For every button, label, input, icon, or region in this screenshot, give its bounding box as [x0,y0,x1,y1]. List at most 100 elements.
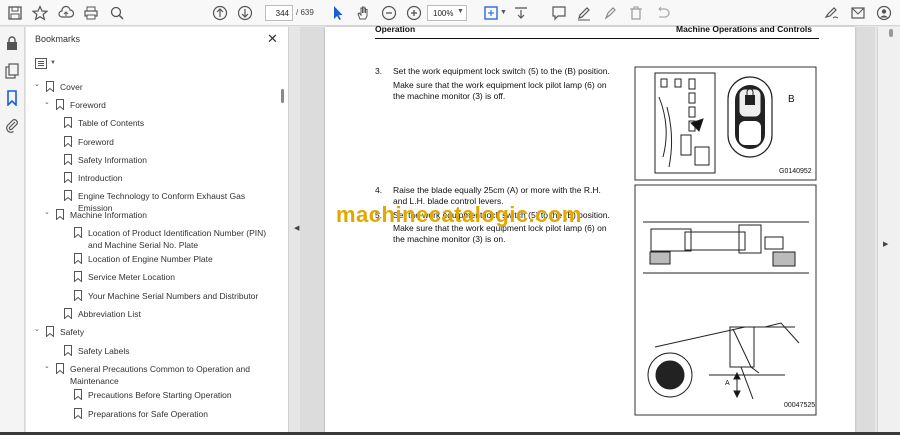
bookmark-item[interactable]: Table of Contents [26,114,278,130]
step-5-note-line2: the machine monitor (3) is on. [393,234,506,244]
chevron-down-icon[interactable]: ⌄ [44,208,54,220]
document-scrollbar[interactable] [877,27,900,435]
step-3-number: 3. [375,66,383,76]
bookmark-item[interactable]: Safety Information [26,151,278,167]
bookmark-item[interactable]: ⌄ General Precautions Common to Operation… [26,360,278,386]
bookmark-item[interactable]: ⌄ Machine Information [26,206,278,222]
scroll-mode-icon[interactable] [512,4,530,22]
section-header-left: Operation [375,24,416,34]
chevron-down-icon[interactable]: ⌄ [44,98,54,110]
section-header-right: Machine Operations and Controls [676,24,813,34]
bookmark-item[interactable]: Preparations for Safe Operation [26,405,278,421]
bookmark-icon [56,99,64,110]
chevron-down-icon[interactable]: ▼ [500,9,507,16]
account-icon[interactable] [875,4,893,22]
document-scroll-thumb[interactable] [889,29,893,37]
hand-tool-icon[interactable] [354,4,372,22]
bookmark-icon [46,81,54,92]
bookmark-icon [64,190,72,201]
bookmark-label: Service Meter Location [88,272,175,282]
bookmark-label: Foreword [78,137,114,147]
bookmark-item[interactable]: ⌄ Safety [26,323,278,339]
bookmark-icon [56,209,64,220]
zoom-out-icon[interactable] [380,4,398,22]
highlight-icon[interactable] [601,4,619,22]
bookmark-item[interactable]: Precautions Before Starting Operation [26,386,278,402]
bookmark-item[interactable]: ⌄ Cover [26,78,278,94]
collapse-panel-icon[interactable]: ◀ [294,224,299,232]
bookmark-label: Foreword [70,100,106,110]
bookmark-item[interactable]: Engine Technology to Conform Exhaust Gas… [26,187,278,213]
watermark: machinecatalogic.com [336,202,582,227]
bookmark-item[interactable]: ⌄ Foreword [26,96,278,112]
bookmark-icon [64,172,72,183]
bookmark-item[interactable]: Foreword [26,133,278,149]
bookmark-item[interactable]: Service Meter Location [26,268,278,284]
bookmark-icon [74,227,82,238]
bookmark-icon [74,408,82,419]
header-rule [375,38,819,39]
step-4-number: 4. [375,185,383,195]
bookmark-icon [74,389,82,400]
bookmark-item[interactable]: Safety Labels [26,342,278,358]
zoom-search-icon[interactable] [108,4,126,22]
lock-icon[interactable] [4,35,20,51]
bookmark-label: Location of Product Identification Numbe… [88,228,267,250]
step-3-note-line2: the machine monitor (3) is off. [393,91,506,101]
step-3-text: Set the work equipment lock switch (5) t… [393,66,610,76]
figure-1-code: G0140952 [779,168,812,175]
bookmark-label: Preparations for Safe Operation [88,409,209,419]
page-number-input[interactable]: 344 [265,5,293,21]
chevron-down-icon[interactable]: ⌄ [44,362,54,374]
close-icon[interactable]: ✕ [267,31,278,47]
bookmark-panel-icon[interactable] [4,90,20,106]
bookmark-item[interactable]: Location of Product Identification Numbe… [26,224,278,250]
cloud-upload-icon[interactable] [57,4,75,22]
bookmark-icon [64,136,72,147]
comment-icon[interactable] [550,4,568,22]
zoom-in-icon[interactable] [405,4,423,22]
bookmark-icon [64,345,72,356]
bookmarks-panel: Bookmarks ✕ ▼ ⌄ Cover ⌄ Foreword Table of Co… [26,27,289,435]
bookmark-label: Machine Information [70,210,148,220]
bookmark-label: Table of Contents [78,118,145,128]
panel-title: Bookmarks [35,34,81,44]
bookmark-icon [74,253,82,264]
bookmark-item[interactable]: Your Machine Serial Numbers and Distribu… [26,287,278,303]
bookmark-item[interactable]: Introduction [26,169,278,185]
bookmark-scrollbar[interactable] [281,89,284,103]
chevron-down-icon[interactable]: ▼ [457,8,464,15]
pages-icon[interactable] [4,63,20,79]
pen-icon[interactable] [575,4,593,22]
bookmark-label: Precautions Before Starting Operation [88,390,232,400]
star-icon[interactable] [31,4,49,22]
mail-icon[interactable] [849,4,867,22]
bookmark-label: Cover [60,82,83,92]
select-cursor-icon[interactable] [329,4,347,22]
bookmark-label: Your Machine Serial Numbers and Distribu… [88,291,259,301]
bookmark-icon [64,117,72,128]
list-options-icon [35,57,47,69]
expand-right-panel-icon[interactable]: ▶ [883,240,888,248]
bookmark-tree: ⌄ Cover ⌄ Foreword Table of Contents Foreword… [26,78,278,435]
save-icon[interactable] [6,4,24,22]
figure-2-label: A [725,380,730,387]
figure-1-frame [634,66,817,181]
step-4-line1: Raise the blade equally 25cm (A) or more… [393,185,601,195]
bookmark-item[interactable]: Abbreviation List [26,305,278,321]
delete-icon[interactable] [627,4,645,22]
figure-2-code: 00047525 [784,402,816,409]
chevron-down-icon[interactable]: ⌄ [34,325,44,337]
bookmark-label: General Precautions Common to Operation … [70,364,251,386]
bookmark-options-button[interactable]: ▼ [35,56,65,70]
chevron-down-icon[interactable]: ⌄ [34,80,44,92]
print-icon[interactable] [82,4,100,22]
undo-icon[interactable] [653,4,671,22]
bookmark-item[interactable]: Location of Engine Number Plate [26,250,278,266]
next-page-icon[interactable] [236,4,254,22]
fit-page-icon[interactable] [482,4,500,22]
sign-icon[interactable] [823,4,841,22]
attachment-icon[interactable] [4,117,20,133]
previous-page-icon[interactable] [211,4,229,22]
bookmark-icon [56,363,64,374]
